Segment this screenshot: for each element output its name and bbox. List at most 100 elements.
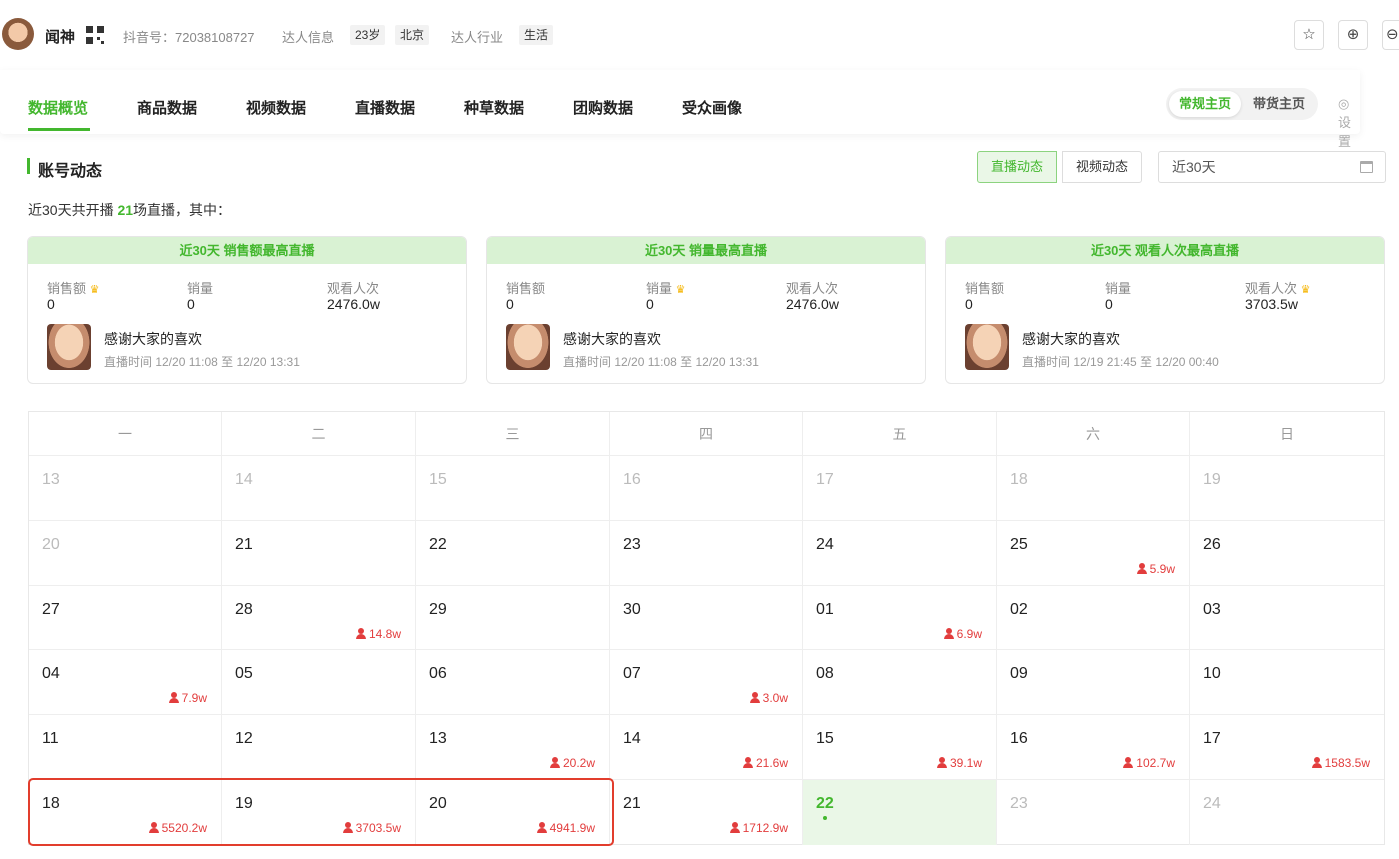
qr-code-icon[interactable] bbox=[86, 26, 104, 44]
calendar-day[interactable]: 11 bbox=[29, 715, 222, 780]
calendar-day[interactable]: 12 bbox=[222, 715, 416, 780]
live-thumbnail[interactable] bbox=[506, 324, 550, 370]
live-title[interactable]: 感谢大家的喜欢 bbox=[563, 329, 661, 349]
info-label: 达人信息 bbox=[282, 30, 335, 45]
day-number: 07 bbox=[623, 665, 641, 683]
metric-value: 2476.0w bbox=[786, 296, 839, 312]
tab-live[interactable]: 直播数据 bbox=[355, 97, 415, 118]
calendar-day[interactable]: 13 bbox=[29, 456, 222, 521]
calendar-day[interactable]: 24 bbox=[803, 520, 997, 586]
tab-seeding[interactable]: 种草数据 bbox=[464, 97, 524, 118]
calendar-day[interactable]: 17 1583.5w bbox=[1190, 715, 1384, 780]
live-views[interactable]: 1583.5w bbox=[1311, 756, 1370, 770]
calendar-day[interactable]: 16 bbox=[610, 456, 803, 521]
live-title[interactable]: 感谢大家的喜欢 bbox=[1022, 329, 1120, 349]
calendar-day[interactable]: 18 bbox=[997, 456, 1190, 521]
live-views[interactable]: 5.9w bbox=[1136, 562, 1175, 576]
person-icon bbox=[168, 692, 179, 704]
avatar[interactable] bbox=[2, 18, 34, 50]
calendar-day[interactable]: 05 bbox=[222, 650, 416, 716]
calendar-day[interactable]: 27 bbox=[29, 585, 222, 651]
day-number: 22 bbox=[816, 795, 834, 812]
video-activity-toggle[interactable]: 视频动态 bbox=[1062, 151, 1143, 183]
top-volume-card[interactable]: 近30天 销量最高直播 销售额 0 销量 ♛ 0 观看人次 2476.0w 感谢… bbox=[486, 236, 926, 384]
calendar-day[interactable]: 20 4941.9w bbox=[416, 780, 610, 845]
calendar-day[interactable]: 29 bbox=[416, 585, 610, 651]
calendar-day[interactable]: 20 bbox=[29, 520, 222, 586]
normal-homepage-button[interactable]: 常规主页 bbox=[1169, 91, 1242, 117]
calendar-day[interactable]: 03 bbox=[1190, 586, 1384, 651]
calendar-day[interactable]: 16 102.7w bbox=[997, 715, 1190, 780]
top-views-card[interactable]: 近30天 观看人次最高直播 销售额 0 销量 0 观看人次 ♛ 3703.5w … bbox=[945, 236, 1385, 384]
live-views[interactable]: 14.8w bbox=[355, 627, 401, 641]
live-thumbnail[interactable] bbox=[47, 324, 91, 370]
calendar-day[interactable]: 19 3703.5w bbox=[222, 780, 416, 845]
calendar-day[interactable]: 25 5.9w bbox=[997, 520, 1190, 586]
live-views[interactable]: 3703.5w bbox=[342, 821, 401, 835]
summary-count: 21 bbox=[117, 202, 134, 218]
section-title: 账号动态 bbox=[38, 163, 103, 180]
calendar-day[interactable]: 30 bbox=[610, 585, 803, 651]
day-number: 21 bbox=[235, 535, 253, 553]
calendar-day[interactable]: 04 7.9w bbox=[29, 650, 222, 716]
live-views[interactable]: 20.2w bbox=[549, 756, 595, 770]
summary-prefix: 近30天共开播 bbox=[28, 202, 118, 218]
calendar-day[interactable]: 18 5520.2w bbox=[29, 780, 222, 845]
calendar-day[interactable]: 02 bbox=[997, 585, 1190, 651]
day-number: 24 bbox=[1203, 795, 1221, 812]
day-number: 17 bbox=[1203, 730, 1221, 748]
calendar-day[interactable]: 14 bbox=[222, 456, 416, 521]
top-sales-card[interactable]: 近30天 销售额最高直播 销售额 ♛ 0 销量 0 观看人次 2476.0w 感… bbox=[27, 236, 467, 384]
calendar-day[interactable]: 14 21.6w bbox=[610, 715, 803, 780]
live-thumbnail[interactable] bbox=[965, 324, 1009, 370]
day-number: 27 bbox=[42, 600, 60, 618]
live-views[interactable]: 21.6w bbox=[742, 756, 788, 770]
live-views[interactable]: 4941.9w bbox=[536, 821, 595, 835]
calendar-day[interactable]: 28 14.8w bbox=[222, 585, 416, 651]
calendar-day[interactable]: 22 bbox=[803, 780, 997, 845]
calendar-day[interactable]: 24 bbox=[1190, 780, 1384, 845]
calendar-day[interactable]: 15 39.1w bbox=[803, 715, 997, 780]
tab-audience[interactable]: 受众画像 bbox=[682, 97, 742, 118]
calendar-day[interactable]: 17 bbox=[803, 456, 997, 521]
tab-products[interactable]: 商品数据 bbox=[137, 97, 197, 118]
calendar-day[interactable]: 10 bbox=[1190, 650, 1384, 716]
tab-videos[interactable]: 视频数据 bbox=[246, 97, 306, 118]
calendar-day[interactable]: 06 bbox=[416, 650, 610, 716]
star-icon[interactable]: ☆ bbox=[1294, 20, 1324, 50]
live-views[interactable]: 39.1w bbox=[936, 756, 982, 770]
live-views[interactable]: 3.0w bbox=[749, 691, 788, 705]
day-number: 02 bbox=[1010, 600, 1028, 618]
tab-overview[interactable]: 数据概览 bbox=[28, 97, 88, 118]
calendar-day[interactable]: 26 bbox=[1190, 521, 1384, 586]
settings-button[interactable]: ◎ 设置 bbox=[1338, 96, 1360, 150]
day-number: 10 bbox=[1203, 665, 1221, 683]
date-range-picker[interactable]: 近30天 bbox=[1158, 151, 1386, 183]
live-title[interactable]: 感谢大家的喜欢 bbox=[104, 329, 202, 349]
weekday-header: 四 bbox=[610, 412, 803, 456]
live-views[interactable]: 1712.9w bbox=[729, 821, 788, 835]
live-views[interactable]: 7.9w bbox=[168, 691, 207, 705]
add-icon[interactable]: ⊕ bbox=[1338, 20, 1368, 50]
calendar-day[interactable]: 08 bbox=[803, 650, 997, 716]
calendar-day[interactable]: 13 20.2w bbox=[416, 715, 610, 780]
calendar-day[interactable]: 01 6.9w bbox=[803, 585, 997, 651]
live-activity-toggle[interactable]: 直播动态 bbox=[977, 151, 1058, 183]
calendar-day[interactable]: 19 bbox=[1190, 456, 1384, 521]
calendar-day[interactable]: 15 bbox=[416, 456, 610, 521]
calendar-day[interactable]: 07 3.0w bbox=[610, 650, 803, 716]
calendar-day[interactable]: 21 bbox=[222, 520, 416, 586]
goods-homepage-button[interactable]: 带货主页 bbox=[1243, 91, 1315, 117]
calendar-day[interactable]: 23 bbox=[610, 520, 803, 586]
calendar-day[interactable]: 09 bbox=[997, 650, 1190, 716]
more-icon[interactable]: ⊖ bbox=[1382, 20, 1399, 50]
calendar-day[interactable]: 23 bbox=[997, 780, 1190, 845]
metric-label: 观看人次 ♛ bbox=[1245, 281, 1311, 296]
calendar-day[interactable]: 21 1712.9w bbox=[610, 780, 803, 845]
weekday-header: 五 bbox=[803, 412, 997, 456]
calendar-day[interactable]: 22 bbox=[416, 520, 610, 586]
tab-group-buy[interactable]: 团购数据 bbox=[573, 97, 633, 118]
live-views[interactable]: 5520.2w bbox=[148, 821, 207, 835]
live-views[interactable]: 102.7w bbox=[1123, 756, 1175, 770]
live-views[interactable]: 6.9w bbox=[943, 627, 982, 641]
